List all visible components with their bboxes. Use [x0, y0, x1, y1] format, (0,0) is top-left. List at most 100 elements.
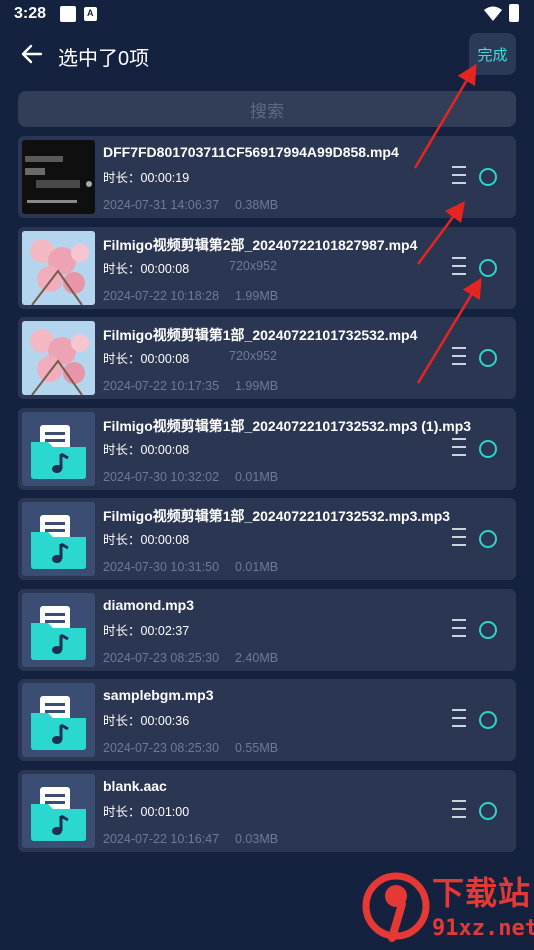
- file-name: samplebgm.mp3: [103, 687, 214, 703]
- file-list-item[interactable]: Filmigo视频剪辑第2部_20240722101827987.mp4 时长：0…: [18, 227, 516, 309]
- file-size: 1.99MB: [235, 379, 279, 393]
- duration-label: 时长：: [103, 171, 141, 185]
- file-name: diamond.mp3: [103, 597, 195, 613]
- duration-value: 00:02:37: [140, 624, 190, 638]
- duration-label: 时长：: [103, 533, 141, 547]
- file-size: 0.03MB: [235, 832, 279, 846]
- audio-folder-icon: [31, 606, 86, 660]
- audio-folder-icon: [31, 696, 86, 750]
- file-name: Filmigo视频剪辑第2部_20240722101827987.mp4: [103, 237, 418, 253]
- duration-value: 00:00:08: [140, 352, 190, 366]
- file-duration: 时长：00:02:37: [103, 620, 189, 639]
- drag-handle-icon[interactable]: [452, 438, 466, 458]
- flower-photo-icon: [22, 321, 95, 395]
- drag-handle-icon[interactable]: [452, 800, 466, 820]
- file-name: Filmigo视频剪辑第1部_20240722101732532.mp3.mp3: [103, 508, 451, 524]
- file-date: 2024-07-22 10:18:28: [103, 289, 220, 303]
- file-size: 0.01MB: [235, 470, 279, 484]
- file-list-item[interactable]: Filmigo视频剪辑第1部_20240722101732532.mp3.mp3…: [18, 498, 516, 580]
- select-radio-button[interactable]: [479, 440, 497, 458]
- duration-value: 00:00:19: [140, 171, 190, 185]
- file-resolution: 720x952: [229, 349, 277, 363]
- watermark: 下载站 91xz.net: [362, 866, 534, 948]
- status-time: 3:28: [14, 5, 47, 22]
- file-list-item[interactable]: DFF7FD801703711CF56917994A99D858.mp4 时长：0…: [18, 136, 516, 218]
- file-duration: 时长：00:00:08: [103, 439, 189, 458]
- done-button[interactable]: 完成: [469, 33, 516, 75]
- file-list-item[interactable]: Filmigo视频剪辑第1部_20240722101732532.mp3 (1)…: [18, 408, 516, 490]
- file-size: 0.38MB: [235, 198, 279, 212]
- file-date: 2024-07-23 08:25:30: [103, 741, 220, 755]
- file-size: 0.55MB: [235, 741, 279, 755]
- drag-handle-icon[interactable]: [452, 347, 466, 367]
- drag-handle-icon[interactable]: [452, 619, 466, 639]
- duration-value: 00:00:36: [140, 714, 190, 728]
- select-radio-button[interactable]: [479, 711, 497, 729]
- file-size: 2.40MB: [235, 651, 279, 665]
- drag-handle-icon[interactable]: [452, 528, 466, 548]
- duration-label: 时长：: [103, 714, 141, 728]
- file-date: 2024-07-22 10:17:35: [103, 379, 220, 393]
- select-radio-button[interactable]: [479, 802, 497, 820]
- duration-value: 00:00:08: [140, 533, 190, 547]
- file-name: DFF7FD801703711CF56917994A99D858.mp4: [103, 144, 399, 160]
- select-radio-button[interactable]: [479, 259, 497, 277]
- file-duration: 时长：00:00:08: [103, 529, 189, 548]
- video-thumbnail: [22, 321, 95, 395]
- duration-label: 时长：: [103, 262, 141, 276]
- drag-handle-icon[interactable]: [452, 166, 466, 186]
- selection-count-title: 选中了0项: [58, 48, 150, 70]
- file-name: Filmigo视频剪辑第1部_20240722101732532.mp3 (1)…: [103, 418, 472, 434]
- audio-file-thumbnail: [22, 774, 95, 848]
- select-radio-button[interactable]: [479, 530, 497, 548]
- file-list-item[interactable]: diamond.mp3 时长：00:02:37 2024-07-23 08:25:3…: [18, 589, 516, 671]
- file-size: 1.99MB: [235, 289, 279, 303]
- back-arrow-icon: [21, 44, 43, 64]
- drag-handle-icon[interactable]: [452, 709, 466, 729]
- file-duration: 时长：00:00:36: [103, 710, 189, 729]
- search-input[interactable]: 搜索: [18, 91, 516, 127]
- file-date: 2024-07-30 10:32:02: [103, 470, 220, 484]
- watermark-text: 下载站: [432, 875, 532, 911]
- file-date: 2024-07-22 10:16:47: [103, 832, 220, 846]
- top-app-bar: 选中了0项 完成: [0, 32, 534, 78]
- file-resolution: 720x952: [229, 259, 277, 273]
- file-duration: 时长：00:01:00: [103, 801, 189, 820]
- select-radio-button[interactable]: [479, 168, 497, 186]
- duration-value: 00:00:08: [140, 262, 190, 276]
- file-list-item[interactable]: blank.aac 时长：00:01:00 2024-07-22 10:16:47 0…: [18, 770, 516, 852]
- file-date: 2024-07-23 08:25:30: [103, 651, 220, 665]
- file-date: 2024-07-31 14:06:37: [103, 198, 220, 212]
- audio-file-thumbnail: [22, 502, 95, 576]
- video-frame-icon: [25, 156, 92, 203]
- file-list-item[interactable]: samplebgm.mp3 时长：00:00:36 2024-07-23 08:25…: [18, 679, 516, 761]
- duration-label: 时长：: [103, 443, 141, 457]
- duration-value: 00:00:08: [140, 443, 190, 457]
- select-radio-button[interactable]: [479, 349, 497, 367]
- file-select-screen: 3:28 选中了0项 完成 搜索 DFF7FD801703711CF569179…: [0, 0, 534, 950]
- file-name: Filmigo视频剪辑第1部_20240722101732532.mp4: [103, 327, 418, 343]
- audio-folder-icon: [31, 425, 86, 479]
- video-thumbnail: [22, 231, 95, 305]
- file-list-item[interactable]: Filmigo视频剪辑第1部_20240722101732532.mp4 时长：0…: [18, 317, 516, 399]
- audio-folder-icon: [31, 787, 86, 841]
- battery-icon: [509, 4, 519, 22]
- flower-photo-icon: [22, 231, 95, 305]
- duration-label: 时长：: [103, 805, 141, 819]
- file-duration: 时长：00:00:19: [103, 167, 189, 186]
- select-radio-button[interactable]: [479, 621, 497, 639]
- audio-folder-icon: [31, 515, 86, 569]
- duration-label: 时长：: [103, 624, 141, 638]
- file-name: blank.aac: [103, 778, 167, 794]
- file-size: 0.01MB: [235, 560, 279, 574]
- file-date: 2024-07-30 10:31:50: [103, 560, 220, 574]
- watermark-logo-icon: [362, 872, 430, 942]
- app-notification-icon: [84, 7, 97, 21]
- file-duration: 时长：00:00:08: [103, 258, 189, 277]
- back-button[interactable]: [18, 40, 46, 68]
- duration-label: 时长：: [103, 352, 141, 366]
- video-thumbnail: [22, 140, 95, 214]
- status-bar: 3:28: [0, 0, 534, 30]
- duration-value: 00:01:00: [140, 805, 190, 819]
- drag-handle-icon[interactable]: [452, 257, 466, 277]
